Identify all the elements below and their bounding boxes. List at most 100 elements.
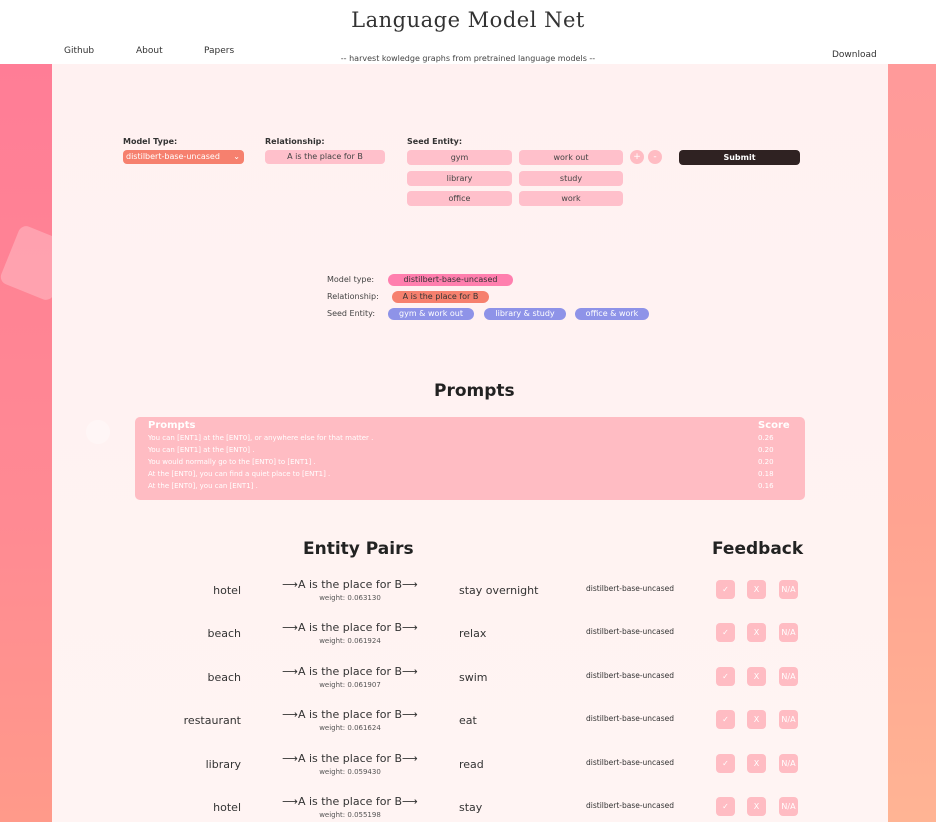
model-name: distilbert-base-uncased: [586, 801, 675, 810]
seed-head-input-3[interactable]: office: [407, 191, 512, 206]
feedback-wrong-button[interactable]: X: [747, 797, 766, 816]
background-left: [0, 64, 52, 822]
prompt-text: At the [ENT0], you can [ENT1] .: [148, 482, 258, 490]
entity-pair-row: beach ⟶A is the place for B⟶ weight: 0.0…: [52, 617, 888, 657]
head-entity: library: [205, 758, 241, 771]
model-name: distilbert-base-uncased: [586, 671, 675, 680]
feedback-wrong-button[interactable]: X: [747, 667, 766, 686]
summary-seed-tag-2: library & study: [484, 308, 566, 320]
submit-button[interactable]: Submit: [679, 150, 800, 165]
entity-pair-row: hotel ⟶A is the place for B⟶ weight: 0.0…: [52, 791, 888, 822]
relationship-select[interactable]: A is the place for B: [265, 150, 385, 164]
model-name: distilbert-base-uncased: [586, 714, 675, 723]
relationship-label: Relationship:: [265, 137, 325, 146]
decorative-circle: [86, 420, 110, 444]
head-entity: hotel: [213, 801, 241, 814]
summary-seed-tag-3: office & work: [575, 308, 649, 320]
tail-entity: read: [459, 758, 484, 771]
feedback-na-button[interactable]: N/A: [779, 797, 798, 816]
tail-entity: eat: [459, 714, 477, 727]
feedback-correct-button[interactable]: ✓: [716, 580, 735, 599]
seed-tail-input-1[interactable]: work out: [519, 150, 623, 165]
score-column-header: Score: [758, 420, 790, 431]
feedback-wrong-button[interactable]: X: [747, 754, 766, 773]
feedback-correct-button[interactable]: ✓: [716, 797, 735, 816]
entity-pair-row: restaurant ⟶A is the place for B⟶ weight…: [52, 704, 888, 744]
feedback-wrong-button[interactable]: X: [747, 710, 766, 729]
feedback-na-button[interactable]: N/A: [779, 623, 798, 642]
entity-pair-row: library ⟶A is the place for B⟶ weight: 0…: [52, 748, 888, 788]
relation-label: ⟶A is the place for B⟶: [282, 708, 418, 721]
prompt-score: 0.20: [758, 458, 774, 466]
feedback-na-button[interactable]: N/A: [779, 667, 798, 686]
seed-head-input-2[interactable]: library: [407, 171, 512, 186]
feedback-na-button[interactable]: N/A: [779, 580, 798, 599]
prompt-text: At the [ENT0], you can find a quiet plac…: [148, 470, 331, 478]
seed-head-input-1[interactable]: gym: [407, 150, 512, 165]
seed-entity-label: Seed Entity:: [407, 137, 463, 146]
feedback-wrong-button[interactable]: X: [747, 623, 766, 642]
feedback-correct-button[interactable]: ✓: [716, 754, 735, 773]
prompt-row: You can [ENT1] at the [ENT0], or anywher…: [135, 434, 805, 446]
feedback-correct-button[interactable]: ✓: [716, 710, 735, 729]
entity-pair-row: hotel ⟶A is the place for B⟶ weight: 0.0…: [52, 574, 888, 614]
prompts-title: Prompts: [434, 381, 515, 401]
seed-tail-input-2[interactable]: study: [519, 171, 623, 186]
site-title: Language Model Net: [351, 8, 585, 32]
weight-label: weight: 0.061907: [319, 681, 381, 689]
model-type-label: Model Type:: [123, 137, 178, 146]
summary-seed-entity-label: Seed Entity:: [327, 309, 376, 318]
weight-label: weight: 0.059430: [319, 768, 381, 776]
summary-model-type-label: Model type:: [327, 275, 375, 284]
feedback-na-button[interactable]: N/A: [779, 710, 798, 729]
tagline: -- harvest kowledge graphs from pretrain…: [340, 54, 596, 63]
remove-seed-button[interactable]: -: [648, 150, 662, 164]
relation-label: ⟶A is the place for B⟶: [282, 752, 418, 765]
summary-model-type-tag: distilbert-base-uncased: [388, 274, 513, 286]
feedback-na-button[interactable]: N/A: [779, 754, 798, 773]
summary-seed-tag-1: gym & work out: [388, 308, 474, 320]
prompt-row: At the [ENT0], you can [ENT1] . 0.16: [135, 482, 805, 494]
tail-entity: swim: [459, 671, 488, 684]
weight-label: weight: 0.055198: [319, 811, 381, 819]
prompt-row: At the [ENT0], you can find a quiet plac…: [135, 470, 805, 482]
prompt-text: You would normally go to the [ENT0] to […: [148, 458, 316, 466]
entity-pair-row: beach ⟶A is the place for B⟶ weight: 0.0…: [52, 661, 888, 701]
prompt-row: You would normally go to the [ENT0] to […: [135, 458, 805, 470]
feedback-wrong-button[interactable]: X: [747, 580, 766, 599]
prompt-text: You can [ENT1] at the [ENT0] .: [148, 446, 255, 454]
feedback-correct-button[interactable]: ✓: [716, 623, 735, 642]
main-panel: Model Type: distilbert-base-uncased ⌄ Re…: [52, 64, 888, 822]
weight-label: weight: 0.061624: [319, 724, 381, 732]
summary-relationship-tag: A is the place for B: [392, 291, 489, 303]
prompt-score: 0.26: [758, 434, 774, 442]
relation-label: ⟶A is the place for B⟶: [282, 795, 418, 808]
model-name: distilbert-base-uncased: [586, 758, 675, 767]
head-entity: hotel: [213, 584, 241, 597]
model-type-value: distilbert-base-uncased: [126, 152, 220, 161]
model-name: distilbert-base-uncased: [586, 627, 675, 636]
seed-tail-input-3[interactable]: work: [519, 191, 623, 206]
prompts-column-header: Prompts: [148, 420, 196, 431]
head-entity: beach: [207, 627, 241, 640]
summary-relationship-label: Relationship:: [327, 292, 379, 301]
prompts-table: Prompts Score You can [ENT1] at the [ENT…: [135, 417, 805, 500]
download-link[interactable]: Download: [832, 50, 877, 60]
top-bar: Language Model Net Github About Papers -…: [0, 0, 936, 64]
relation-label: ⟶A is the place for B⟶: [282, 665, 418, 678]
feedback-correct-button[interactable]: ✓: [716, 667, 735, 686]
model-type-select[interactable]: distilbert-base-uncased ⌄: [123, 150, 244, 164]
weight-label: weight: 0.063130: [319, 594, 381, 602]
tail-entity: relax: [459, 627, 487, 640]
prompt-text: You can [ENT1] at the [ENT0], or anywher…: [148, 434, 374, 442]
prompt-score: 0.20: [758, 446, 774, 454]
background-right: [888, 64, 936, 822]
tail-entity: stay: [459, 801, 483, 814]
weight-label: weight: 0.061924: [319, 637, 381, 645]
add-seed-button[interactable]: +: [630, 150, 644, 164]
prompt-score: 0.18: [758, 470, 774, 478]
prompt-score: 0.16: [758, 482, 774, 490]
relation-label: ⟶A is the place for B⟶: [282, 578, 418, 591]
head-entity: beach: [207, 671, 241, 684]
entity-pairs-title: Entity Pairs: [303, 539, 414, 559]
